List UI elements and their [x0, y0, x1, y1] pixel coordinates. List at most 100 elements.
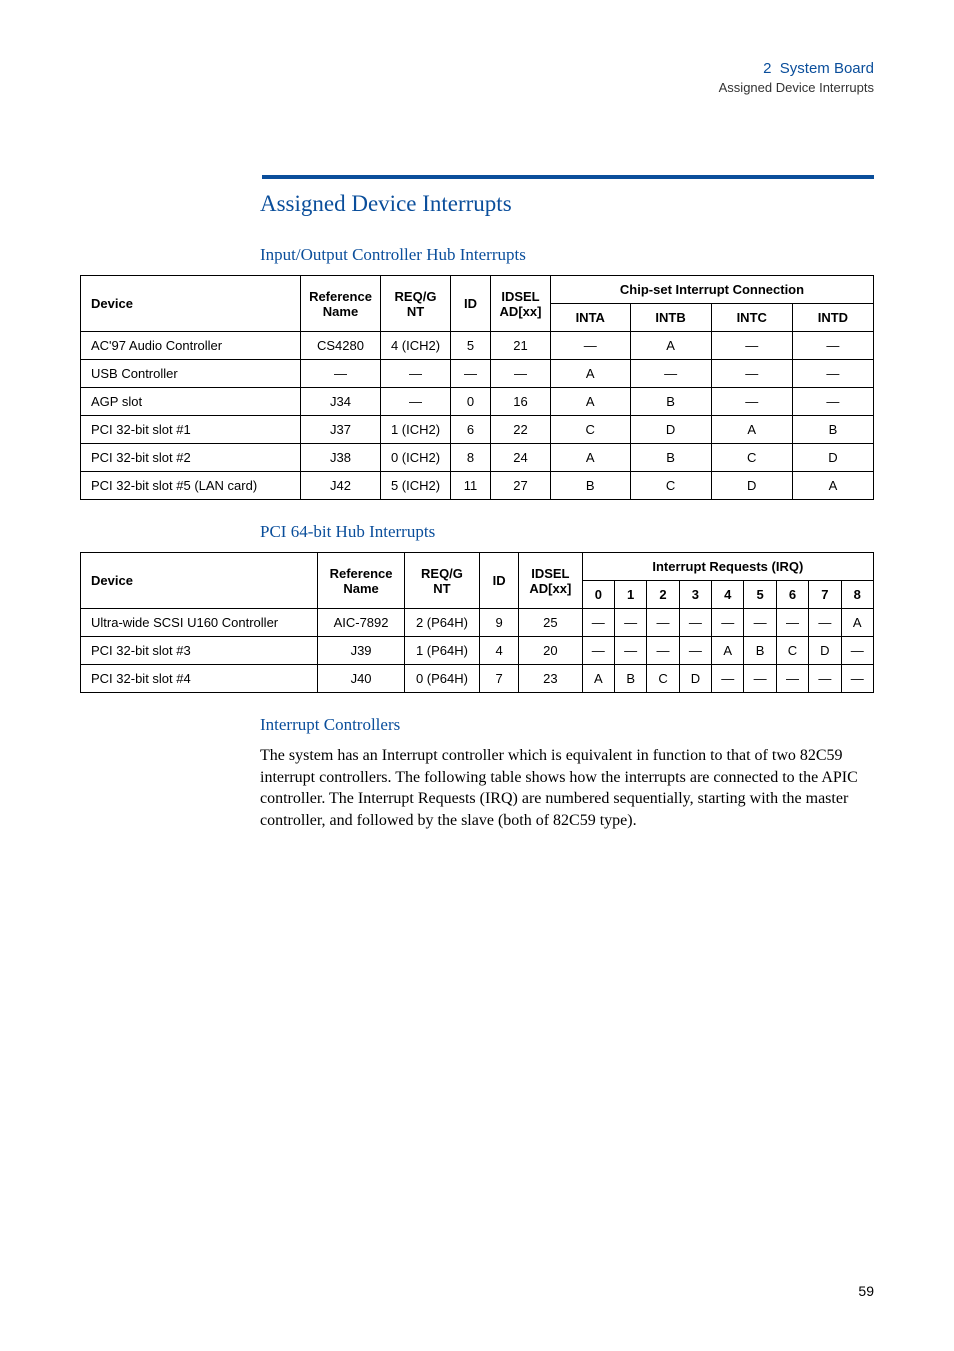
table-cell: D: [711, 472, 792, 500]
table-cell: B: [614, 665, 646, 693]
table-cell: —: [744, 665, 776, 693]
col-intd: INTD: [792, 304, 873, 332]
col-id: ID: [480, 553, 519, 609]
table-cell: B: [792, 416, 873, 444]
table-cell: C: [776, 637, 808, 665]
table-cell: CS4280: [301, 332, 381, 360]
col-idsel: IDSEL AD[xx]: [491, 276, 551, 332]
table-cell: B: [630, 388, 711, 416]
table-cell: —: [712, 609, 744, 637]
table-cell: 5 (ICH2): [381, 472, 451, 500]
col-irq-0: 0: [582, 581, 614, 609]
table-cell: 2 (P64H): [404, 609, 480, 637]
table-cell: PCI 32-bit slot #5 (LAN card): [81, 472, 301, 500]
col-irq-7: 7: [809, 581, 841, 609]
table-cell: —: [301, 360, 381, 388]
table-cell: —: [841, 665, 874, 693]
header-chapter: 2 System Board: [719, 58, 874, 79]
table-cell: 0 (ICH2): [381, 444, 451, 472]
page-title: Assigned Device Interrupts: [260, 191, 874, 217]
table-cell: J42: [301, 472, 381, 500]
table-cell: —: [679, 609, 711, 637]
table-cell: D: [679, 665, 711, 693]
table-cell: PCI 32-bit slot #1: [81, 416, 301, 444]
table-cell: 9: [480, 609, 519, 637]
table-row: AC'97 Audio ControllerCS42804 (ICH2)521—…: [81, 332, 874, 360]
table-row: USB Controller————A———: [81, 360, 874, 388]
table-cell: —: [381, 388, 451, 416]
table-cell: —: [381, 360, 451, 388]
table-cell: —: [551, 332, 631, 360]
title-rule: [80, 175, 874, 179]
table-cell: A: [711, 416, 792, 444]
section-heading-pci64: PCI 64-bit Hub Interrupts: [260, 522, 874, 542]
table-cell: 21: [491, 332, 551, 360]
table-cell: 6: [451, 416, 491, 444]
table-cell: PCI 32-bit slot #4: [81, 665, 318, 693]
col-irq-8: 8: [841, 581, 874, 609]
table-cell: B: [551, 472, 631, 500]
table-cell: J34: [301, 388, 381, 416]
table-row: PCI 32-bit slot #4J400 (P64H)723ABCD————…: [81, 665, 874, 693]
table-row: PCI 32-bit slot #1J371 (ICH2)622CDAB: [81, 416, 874, 444]
table-header-row: Device Reference Name REQ/G NT ID IDSEL …: [81, 276, 874, 304]
table-cell: —: [647, 609, 679, 637]
table-cell: A: [551, 444, 631, 472]
table-cell: 25: [519, 609, 583, 637]
table-cell: B: [744, 637, 776, 665]
page: 2 System Board Assigned Device Interrupt…: [0, 0, 954, 1351]
col-idsel: IDSEL AD[xx]: [519, 553, 583, 609]
col-intc: INTC: [711, 304, 792, 332]
table-cell: C: [551, 416, 631, 444]
table-cell: C: [647, 665, 679, 693]
table-cell: —: [647, 637, 679, 665]
table-cell: 0 (P64H): [404, 665, 480, 693]
table-cell: 16: [491, 388, 551, 416]
table-pci64: Device Reference Name REQ/G NT ID IDSEL …: [80, 552, 874, 693]
table-cell: B: [630, 444, 711, 472]
section-heading-interrupt-controllers: Interrupt Controllers: [260, 715, 874, 735]
table-cell: —: [451, 360, 491, 388]
table-cell: D: [792, 444, 873, 472]
table-cell: 8: [451, 444, 491, 472]
table-cell: —: [712, 665, 744, 693]
table-cell: 4 (ICH2): [381, 332, 451, 360]
interrupt-controllers-paragraph: The system has an Interrupt controller w…: [260, 745, 874, 831]
table-cell: 22: [491, 416, 551, 444]
table-cell: 23: [519, 665, 583, 693]
col-reqg: REQ/G NT: [404, 553, 480, 609]
col-device: Device: [81, 553, 318, 609]
table-io-hub: Device Reference Name REQ/G NT ID IDSEL …: [80, 275, 874, 500]
col-reference: Reference Name: [301, 276, 381, 332]
table-cell: D: [630, 416, 711, 444]
page-number: 59: [858, 1283, 874, 1299]
table-cell: 4: [480, 637, 519, 665]
table-cell: 5: [451, 332, 491, 360]
table-cell: —: [792, 332, 873, 360]
table-cell: 24: [491, 444, 551, 472]
table-cell: C: [711, 444, 792, 472]
table-cell: PCI 32-bit slot #2: [81, 444, 301, 472]
table-row: PCI 32-bit slot #5 (LAN card)J425 (ICH2)…: [81, 472, 874, 500]
table-cell: A: [841, 609, 874, 637]
table-row: AGP slotJ34—016AB——: [81, 388, 874, 416]
col-irq-4: 4: [712, 581, 744, 609]
table-cell: —: [792, 360, 873, 388]
table-row: PCI 32-bit slot #3J391 (P64H)420————ABCD…: [81, 637, 874, 665]
table-cell: A: [582, 665, 614, 693]
table-cell: 7: [480, 665, 519, 693]
table-cell: —: [711, 388, 792, 416]
table-cell: 27: [491, 472, 551, 500]
table-cell: AIC-7892: [318, 609, 404, 637]
table-cell: C: [630, 472, 711, 500]
table-cell: —: [582, 637, 614, 665]
table-cell: 1 (ICH2): [381, 416, 451, 444]
page-header: 2 System Board Assigned Device Interrupt…: [719, 58, 874, 97]
col-irq-5: 5: [744, 581, 776, 609]
header-section: Assigned Device Interrupts: [719, 79, 874, 97]
table-cell: A: [551, 360, 631, 388]
col-id: ID: [451, 276, 491, 332]
table-cell: A: [792, 472, 873, 500]
table-header-row: Device Reference Name REQ/G NT ID IDSEL …: [81, 553, 874, 581]
table-cell: J40: [318, 665, 404, 693]
